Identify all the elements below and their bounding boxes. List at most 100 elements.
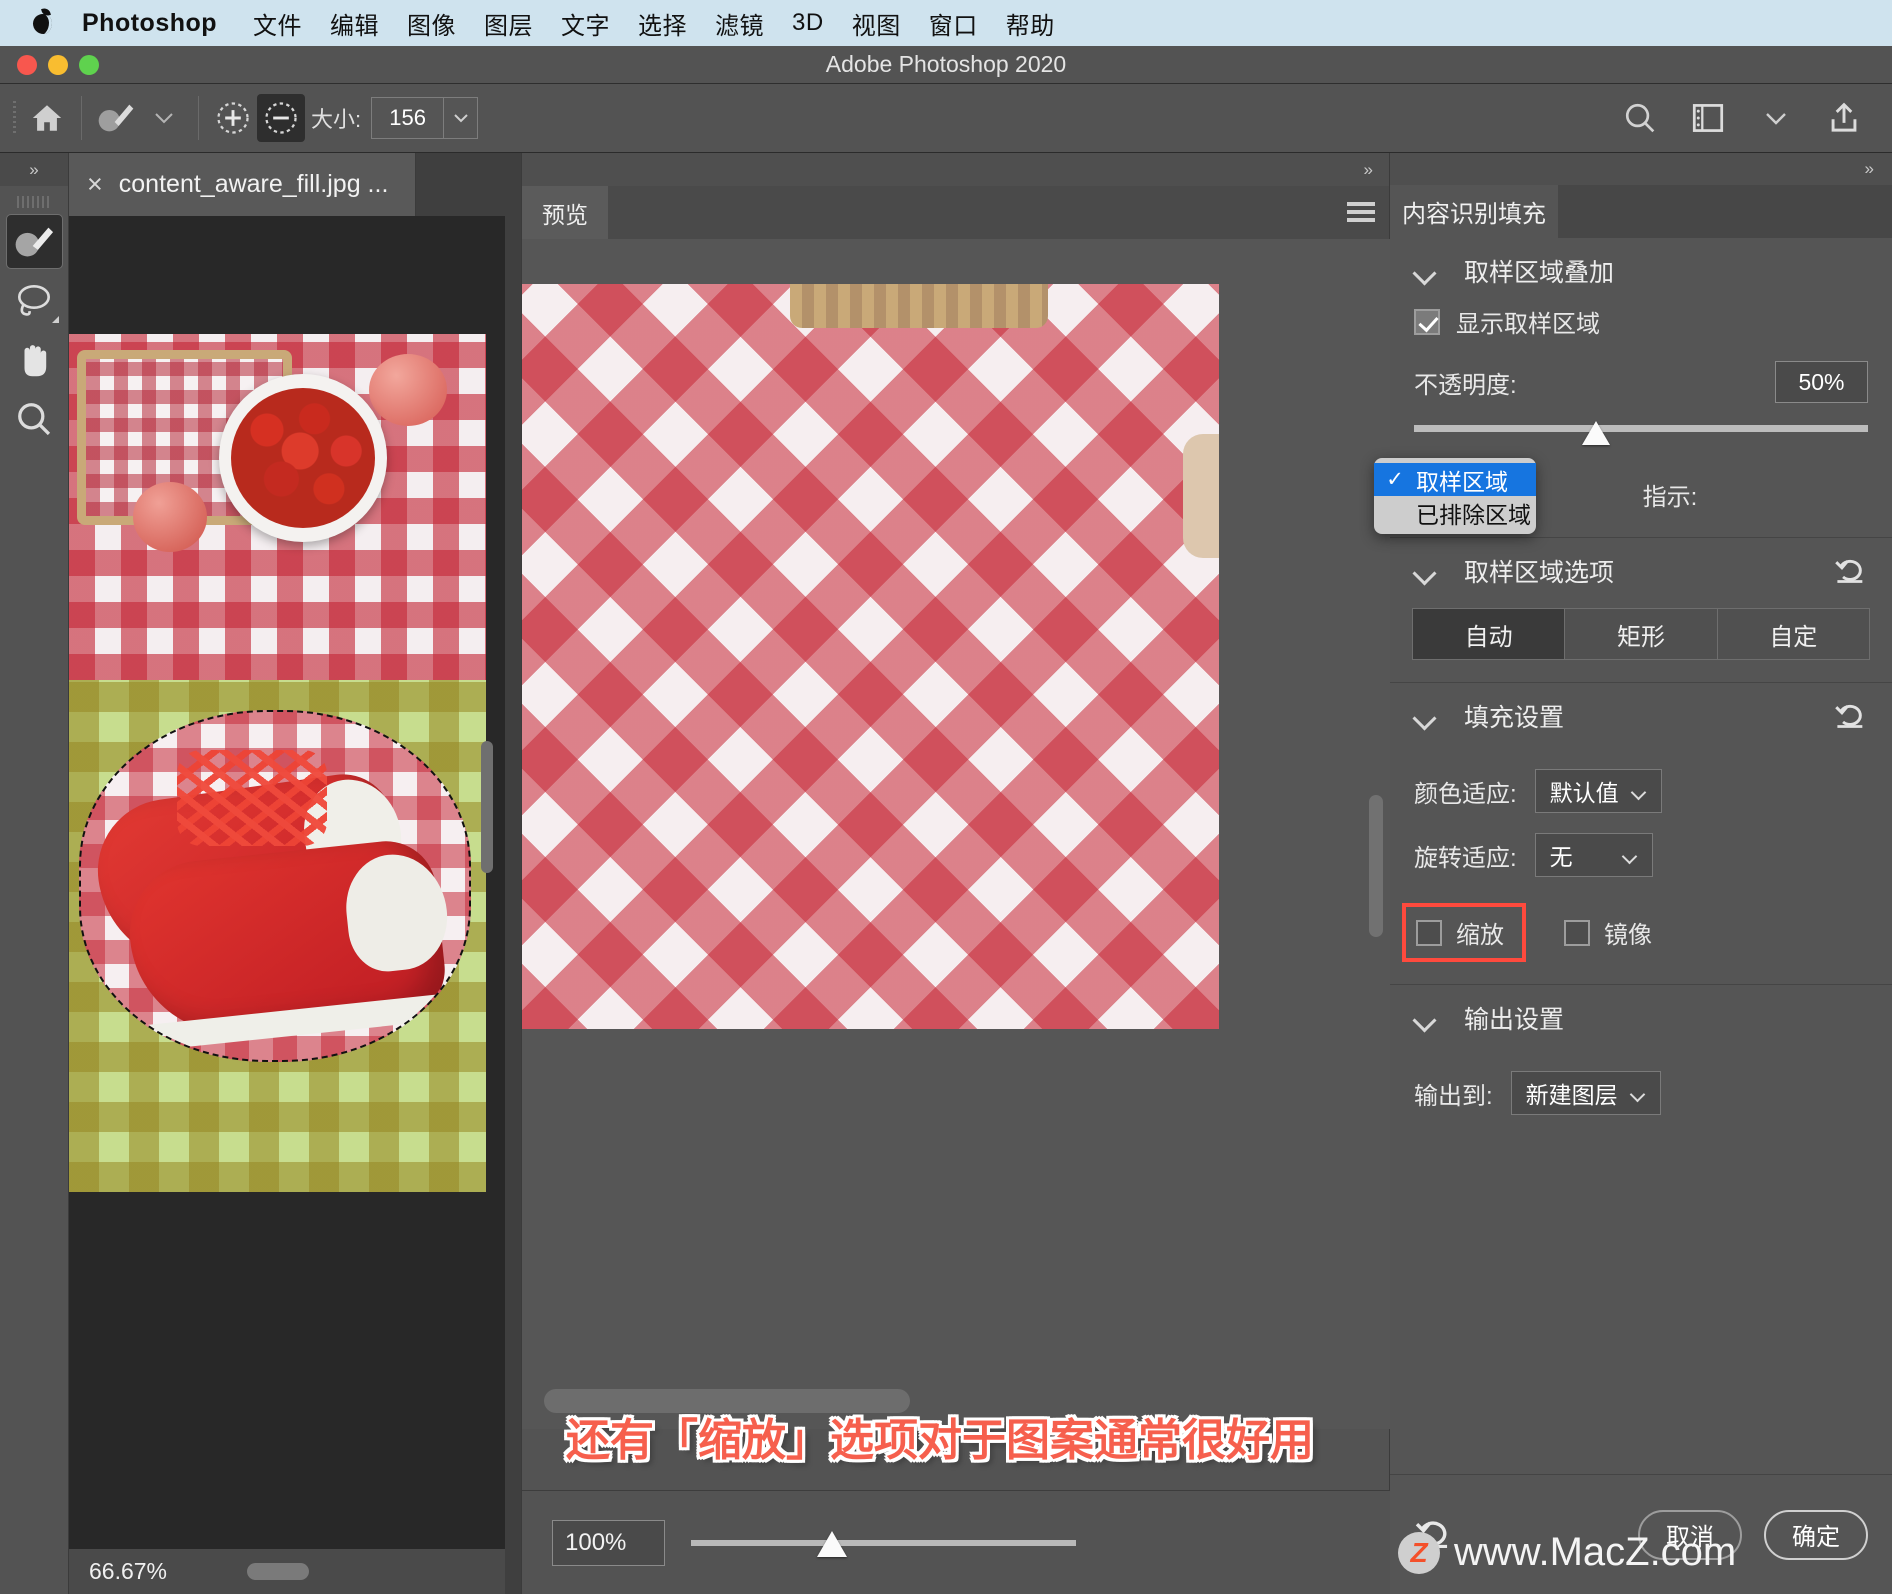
reset-icon[interactable] xyxy=(1834,554,1868,589)
dropdown-option-sampling-area[interactable]: ✓ 取样区域 xyxy=(1374,463,1536,496)
toolstrip-grip[interactable] xyxy=(17,196,51,208)
rotation-adaptation-select[interactable]: 无 xyxy=(1534,833,1653,877)
color-adaptation-row: 颜色适应: 默认值 xyxy=(1390,769,1892,813)
menu-item-filter[interactable]: 滤镜 xyxy=(701,6,778,41)
preview-horizontal-scrollbar[interactable] xyxy=(544,1389,910,1413)
scale-checkbox[interactable] xyxy=(1416,919,1442,946)
preview-zoom-slider[interactable] xyxy=(691,1523,1361,1563)
tab-preview[interactable]: 预览 xyxy=(522,186,608,239)
section-title: 填充设置 xyxy=(1464,704,1565,732)
chevron-down-icon[interactable] xyxy=(1414,1012,1436,1025)
chevron-down-icon[interactable] xyxy=(1414,565,1436,578)
sampling-overlay-header[interactable]: 取样区域叠加 xyxy=(1390,238,1892,304)
tab-content-aware-fill[interactable]: 内容识别填充 xyxy=(1390,185,1558,238)
menu-item-3d[interactable]: 3D xyxy=(778,9,838,37)
output-to-row: 输出到: 新建图层 xyxy=(1390,1071,1892,1115)
show-sampling-area-row[interactable]: 显示取样区域 xyxy=(1390,304,1892,339)
watermark-text: www.MacZ.com xyxy=(1454,1530,1737,1574)
brush-size-stepper[interactable] xyxy=(444,97,479,139)
chevron-down-icon[interactable] xyxy=(1414,710,1436,723)
indicate-dropdown-menu[interactable]: ✓ 取样区域 已排除区域 xyxy=(1374,458,1536,534)
preview-panel: » 预览 还有「缩放」选项对于图案通常很好用 100% xyxy=(521,153,1391,1594)
options-bar-grip[interactable] xyxy=(5,101,23,135)
options-bar-right xyxy=(1616,94,1892,142)
document-tab[interactable]: × content_aware_fill.jpg ... xyxy=(69,153,416,216)
apple-logo-icon[interactable] xyxy=(30,8,56,38)
selection-marquee xyxy=(79,710,471,1062)
close-icon[interactable]: × xyxy=(87,171,103,198)
menu-item-edit[interactable]: 编辑 xyxy=(316,6,393,41)
slider-thumb[interactable] xyxy=(817,1530,847,1557)
window-title: Adobe Photoshop 2020 xyxy=(825,51,1067,77)
share-icon[interactable] xyxy=(1820,94,1868,142)
hamburger-lines xyxy=(1347,202,1375,223)
tool-group-indicator xyxy=(51,316,59,323)
caf-collapse-button[interactable]: » xyxy=(1390,153,1892,185)
opacity-slider[interactable] xyxy=(1414,421,1868,455)
segment-rectangle[interactable]: 矩形 xyxy=(1564,608,1717,660)
slider-track xyxy=(1414,425,1868,432)
home-icon[interactable] xyxy=(23,94,71,142)
tool-strip: » xyxy=(0,153,69,1594)
preview-collapse-button[interactable]: » xyxy=(522,153,1389,186)
ok-button[interactable]: 确定 xyxy=(1764,1509,1868,1560)
lasso-tool-icon[interactable] xyxy=(6,273,63,328)
add-to-sample-icon[interactable] xyxy=(209,94,257,142)
show-sampling-area-label: 显示取样区域 xyxy=(1456,311,1600,338)
preview-object xyxy=(1183,434,1219,558)
preview-zoom-input[interactable]: 100% xyxy=(552,1519,665,1566)
panel-menu-icon[interactable] xyxy=(1333,186,1389,239)
hand-tool-icon[interactable] xyxy=(6,332,63,387)
menu-item-layer[interactable]: 图层 xyxy=(470,6,547,41)
segment-auto[interactable]: 自动 xyxy=(1412,608,1565,660)
menu-item-help[interactable]: 帮助 xyxy=(992,6,1069,41)
menu-item-window[interactable]: 窗口 xyxy=(915,6,992,41)
menu-item-file[interactable]: 文件 xyxy=(239,6,316,41)
document-vertical-scrollbar[interactable] xyxy=(481,741,493,873)
brush-preset-icon[interactable] xyxy=(92,94,140,142)
preview-footer: 100% xyxy=(522,1490,1391,1594)
zoom-tool-icon[interactable] xyxy=(6,391,63,446)
menu-item-image[interactable]: 图像 xyxy=(393,6,470,41)
preview-stage[interactable]: 还有「缩放」选项对于图案通常很好用 xyxy=(522,239,1391,1465)
section-sampling-options: 取样区域选项 自动 矩形 自定 xyxy=(1390,538,1892,683)
mirror-checkbox[interactable] xyxy=(1564,919,1590,946)
subtract-from-sample-icon[interactable] xyxy=(257,94,305,142)
toolstrip-collapse-button[interactable]: » xyxy=(0,153,68,186)
fill-settings-header[interactable]: 填充设置 xyxy=(1390,683,1892,749)
workspace-icon[interactable] xyxy=(1684,94,1732,142)
sampling-options-header[interactable]: 取样区域选项 xyxy=(1390,538,1892,604)
chevron-down-icon xyxy=(1633,787,1647,796)
show-sampling-area-checkbox[interactable] xyxy=(1414,308,1440,335)
search-icon[interactable] xyxy=(1616,94,1664,142)
dropdown-option-excluded-area[interactable]: 已排除区域 xyxy=(1374,496,1536,529)
strawberry-bowl xyxy=(219,374,387,542)
document-horizontal-scrollbar[interactable] xyxy=(247,1563,310,1580)
sampling-brush-tool-icon[interactable] xyxy=(5,214,63,269)
apple xyxy=(369,354,447,426)
section-fill-settings: 填充设置 颜色适应: 默认值 旋转适应: 无 缩放 镜像 xyxy=(1390,683,1892,985)
menu-item-view[interactable]: 视图 xyxy=(838,6,915,41)
preview-vertical-scrollbar[interactable] xyxy=(1369,795,1383,937)
brush-size-input[interactable]: 156 xyxy=(371,97,445,139)
chevron-down-icon[interactable] xyxy=(1414,265,1436,278)
brush-size-label: 大小: xyxy=(311,107,362,132)
document-canvas[interactable] xyxy=(69,216,505,1549)
menu-item-select[interactable]: 选择 xyxy=(624,6,701,41)
output-settings-header[interactable]: 输出设置 xyxy=(1390,985,1892,1051)
indicate-label: 指示: xyxy=(1642,483,1698,511)
chevron-down-icon[interactable] xyxy=(140,94,188,142)
apple xyxy=(133,482,207,552)
chevron-down-icon[interactable] xyxy=(1752,94,1800,142)
rotation-adaptation-value: 无 xyxy=(1549,844,1573,870)
color-adaptation-select[interactable]: 默认值 xyxy=(1534,769,1662,813)
section-title: 取样区域选项 xyxy=(1464,559,1615,587)
sneaker-laces xyxy=(177,750,327,846)
reset-icon[interactable] xyxy=(1834,699,1868,734)
menu-item-photoshop[interactable]: Photoshop xyxy=(82,9,239,38)
slider-thumb[interactable] xyxy=(1582,421,1610,445)
opacity-input[interactable]: 50% xyxy=(1775,361,1868,403)
menu-item-type[interactable]: 文字 xyxy=(547,6,624,41)
segment-custom[interactable]: 自定 xyxy=(1716,608,1870,660)
output-to-select[interactable]: 新建图层 xyxy=(1510,1071,1661,1115)
